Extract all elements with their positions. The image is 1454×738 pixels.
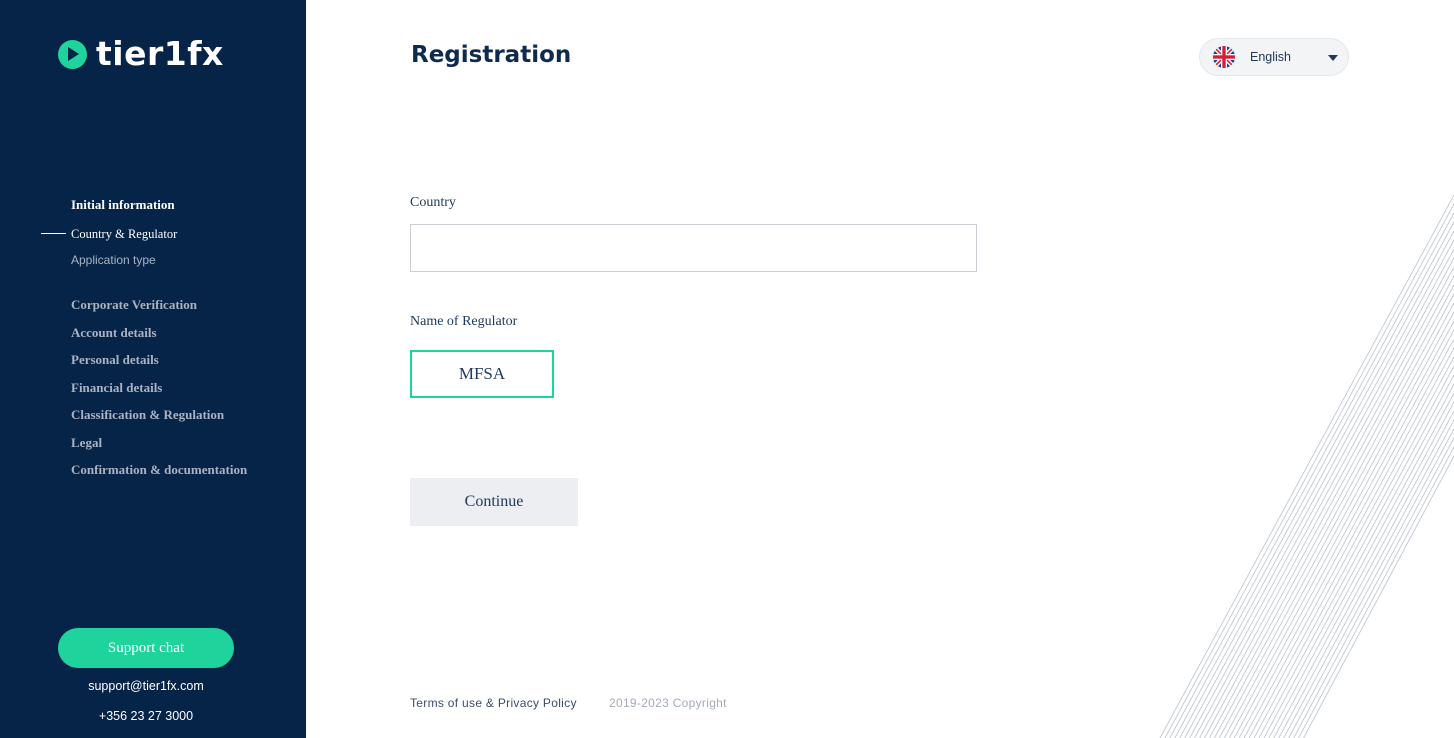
step-corporate-verification: Corporate Verification — [71, 297, 198, 312]
country-label: Country — [410, 195, 456, 210]
step-personal-details: Personal details — [71, 352, 159, 367]
language-selector[interactable]: English — [1199, 38, 1349, 76]
chevron-down-icon — [1328, 55, 1338, 61]
step-account-details: Account details — [71, 324, 157, 340]
step-confirmation-documentation: Confirmation & documentation — [71, 462, 248, 477]
uk-flag-icon — [1213, 46, 1235, 68]
support-email-link[interactable]: support@tier1fx.com — [0, 679, 292, 693]
regulator-label: Name of Regulator — [410, 314, 518, 329]
brand-logo[interactable]: tier1fx — [58, 36, 224, 72]
copyright-text: 2019-2023 Copyright — [609, 696, 727, 710]
country-input[interactable] — [410, 224, 977, 272]
sidebar: tier1fx Initial information Country & Re… — [0, 0, 306, 738]
brand-name: tier1fx — [96, 34, 224, 73]
substep-country-regulator: Country & Regulator — [41, 225, 301, 243]
support-phone-link[interactable]: +356 23 27 3000 — [0, 709, 292, 723]
step-financial-details: Financial details — [71, 379, 163, 395]
play-logo-icon — [58, 39, 87, 69]
decorative-lines — [1159, 195, 1454, 738]
page-title: Registration — [411, 42, 572, 68]
continue-button[interactable]: Continue — [410, 478, 578, 526]
registration-steps: Initial information Country & Regulator … — [41, 196, 301, 489]
step-classification-regulation: Classification & Regulation — [71, 407, 225, 422]
step-group-initial-information: Initial information — [71, 197, 175, 212]
step-legal: Legal — [71, 434, 103, 450]
language-label: English — [1250, 50, 1291, 64]
support-chat-button[interactable]: Support chat — [58, 628, 234, 668]
terms-privacy-link[interactable]: Terms of use & Privacy Policy — [410, 696, 577, 710]
regulator-option-mfsa[interactable]: MFSA — [410, 350, 554, 398]
substep-application-type: Application type — [71, 253, 156, 267]
